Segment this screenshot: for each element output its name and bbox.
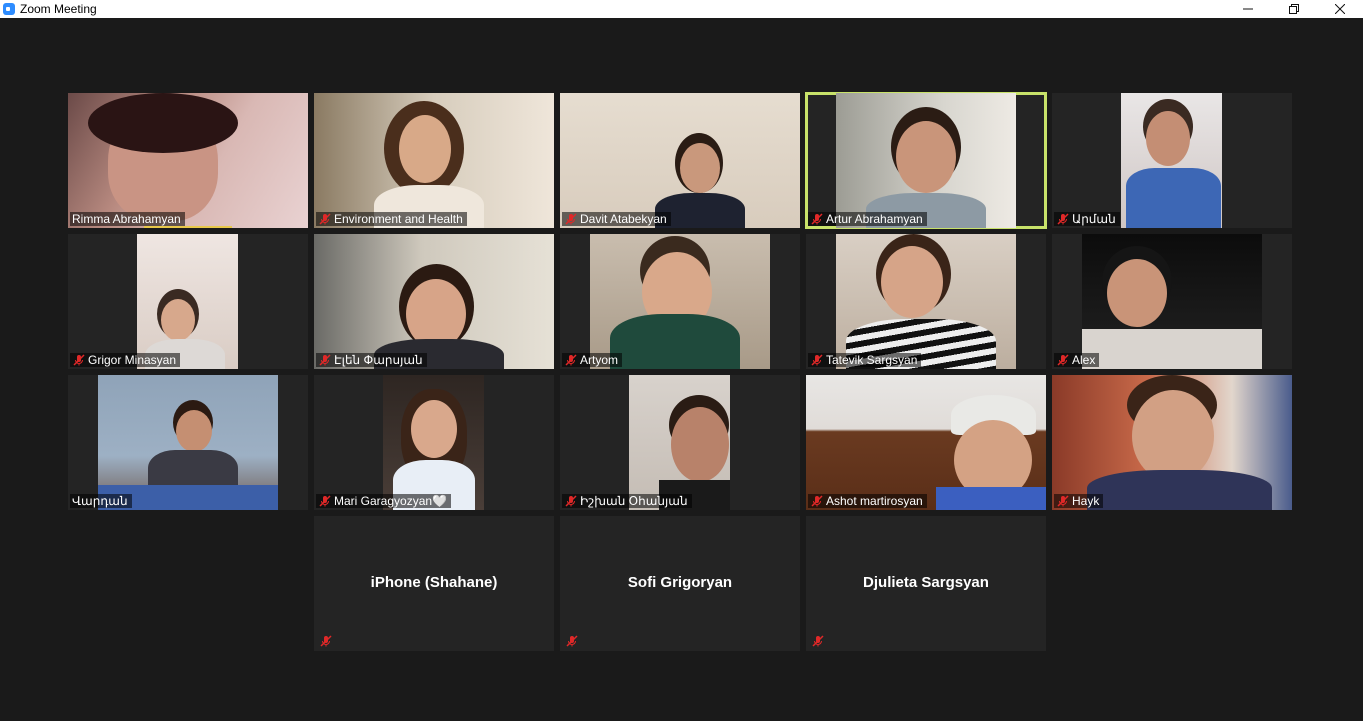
mic-muted-icon [319,495,331,507]
participant-name: Mari Garagyozyan🤍 [334,494,447,508]
participant-name: Էլեն Փարսյան [334,353,423,367]
video-tile-no-video[interactable]: Sofi Grigoryan [560,516,800,651]
participant-name: Artur Abrahamyan [826,212,923,226]
mic-muted-icon [320,635,332,647]
video-feed [383,375,484,510]
participant-name: Grigor Minasyan [88,353,177,367]
video-feed [1082,234,1262,369]
participant-nameplate: Mari Garagyozyan🤍 [316,494,451,508]
mic-muted-icon [565,213,577,225]
participant-name: Hayk [1072,494,1100,508]
video-tile[interactable]: Artyom [560,234,800,369]
participant-nameplate: Իշխան Օհանյան [562,494,692,508]
mic-muted-icon [73,354,85,366]
gallery-view: Rimma Abrahamyan Environment and Health … [0,18,1363,721]
participant-name: Վարդան [72,494,128,508]
video-feed [806,375,1046,510]
video-feed [590,234,770,369]
mic-muted-icon [1057,354,1069,366]
video-feed [137,234,238,369]
video-tile[interactable]: Արման [1052,93,1292,228]
mic-muted-icon [811,354,823,366]
video-tile[interactable]: Իշխան Օհանյան [560,375,800,510]
video-feed [314,93,554,228]
participant-name: Artyom [580,353,619,367]
mic-muted-icon [565,354,577,366]
participant-nameplate: Grigor Minasyan [70,353,181,367]
mic-muted-icon [811,213,823,225]
video-tile[interactable]: Alex [1052,234,1292,369]
title-bar: Zoom Meeting [0,0,1363,18]
video-feed [836,234,1016,369]
video-tile-no-video[interactable]: iPhone (Shahane) [314,516,554,651]
video-tile[interactable]: Environment and Health [314,93,554,228]
participant-name-centered: Djulieta Sargsyan [863,574,989,591]
participant-name: Alex [1072,353,1096,367]
participant-nameplate: Alex [1054,353,1100,367]
participant-name: Ashot martirosyan [826,494,923,508]
video-feed [560,93,800,228]
window-controls [1225,0,1363,18]
video-feed [68,93,308,228]
participant-nameplate: Ashot martirosyan [808,494,927,508]
mic-muted-icon [319,354,331,366]
video-tile-active[interactable]: Artur Abrahamyan [805,92,1047,229]
video-feed [1121,93,1222,228]
video-feed [836,93,1016,228]
participant-name: Արման [1072,212,1116,226]
close-button[interactable] [1317,0,1363,18]
video-tile-no-video[interactable]: Djulieta Sargsyan [806,516,1046,651]
participant-name: Environment and Health [334,212,463,226]
participant-nameplate: Hayk [1054,494,1104,508]
video-feed [629,375,730,510]
video-feed [98,375,278,510]
minimize-icon [1243,8,1253,10]
video-tile[interactable]: Ashot martirosyan [806,375,1046,510]
participant-nameplate: Tatevik Sargsyan [808,353,922,367]
window-title: Zoom Meeting [20,2,97,16]
video-tile[interactable]: Davit Atabekyan [560,93,800,228]
minimize-button[interactable] [1225,0,1271,18]
mic-muted-icon [1057,495,1069,507]
video-feed [1052,375,1292,510]
video-tile[interactable]: Վարդան [68,375,308,510]
restore-icon [1289,4,1299,14]
participant-name-centered: iPhone (Shahane) [370,574,498,591]
restore-button[interactable] [1271,0,1317,18]
participant-name: Tatevik Sargsyan [826,353,918,367]
participant-name-centered: Sofi Grigoryan [627,574,733,591]
video-tile[interactable]: Rimma Abrahamyan [68,93,308,228]
participant-nameplate: Artur Abrahamyan [808,212,927,226]
zoom-app-icon [3,3,15,15]
mic-muted-icon [565,495,577,507]
video-tile[interactable]: Էլեն Փարսյան [314,234,554,369]
video-tile[interactable]: Hayk [1052,375,1292,510]
mic-muted-icon [811,495,823,507]
speaking-indicator [144,226,232,228]
participant-nameplate: Environment and Health [316,212,467,226]
participant-nameplate: Արման [1054,212,1120,226]
participant-name: Rimma Abrahamyan [72,212,181,226]
participant-nameplate: Էլեն Փարսյան [316,353,427,367]
video-tile[interactable]: Mari Garagyozyan🤍 [314,375,554,510]
participant-nameplate: Artyom [562,353,623,367]
participant-nameplate: Rimma Abrahamyan [70,212,185,226]
participant-name: Իշխան Օհանյան [580,494,688,508]
video-tile[interactable]: Grigor Minasyan [68,234,308,369]
mic-muted-icon [812,635,824,647]
participant-nameplate: Davit Atabekyan [562,212,671,226]
participant-nameplate: Վարդան [70,494,132,508]
mic-muted-icon [566,635,578,647]
mic-muted-icon [1057,213,1069,225]
mic-muted-icon [319,213,331,225]
participant-name: Davit Atabekyan [580,212,667,226]
video-feed [314,234,554,369]
video-tile[interactable]: Tatevik Sargsyan [806,234,1046,369]
close-icon [1335,4,1345,14]
